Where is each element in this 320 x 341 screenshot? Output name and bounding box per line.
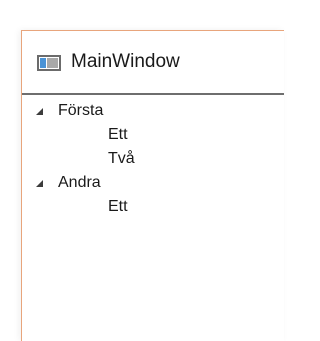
tree-item-label: Andra <box>58 174 101 191</box>
tree-item-andra[interactable]: Andra <box>32 171 101 195</box>
tree-item-forsta-tva[interactable]: Två <box>108 147 135 171</box>
tree-item-forsta[interactable]: Första <box>32 99 103 123</box>
expanded-triangle-icon[interactable] <box>32 176 46 190</box>
window-title: MainWindow <box>71 51 180 72</box>
tree-item-label: Ett <box>108 126 128 143</box>
title-bar[interactable]: MainWindow <box>22 31 284 93</box>
tree-item-forsta-ett[interactable]: Ett <box>108 123 128 147</box>
screen: MainWindow Första Ett Två Andra Ett <box>0 0 284 341</box>
main-window: MainWindow Första Ett Två Andra Ett <box>21 30 284 341</box>
tree-item-andra-ett[interactable]: Ett <box>108 195 128 219</box>
tree-view[interactable]: Första Ett Två Andra Ett <box>22 95 284 341</box>
window-icon[interactable] <box>37 55 61 71</box>
tree-item-label: Två <box>108 150 135 167</box>
expanded-triangle-icon[interactable] <box>32 104 46 118</box>
tree-item-label: Ett <box>108 198 128 215</box>
tree-item-label: Första <box>58 102 104 119</box>
